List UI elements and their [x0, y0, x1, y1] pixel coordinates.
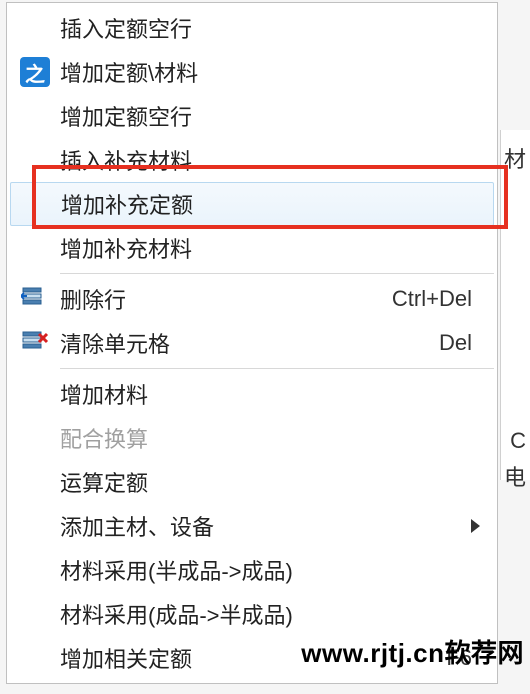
- menu-item-label: 增加补充材料: [60, 232, 486, 264]
- menu-item[interactable]: 清除单元格Del: [10, 321, 494, 365]
- menu-item[interactable]: 增加定额空行: [10, 94, 494, 138]
- side-char: 电: [504, 460, 526, 492]
- menu-item[interactable]: 增加补充定额: [10, 182, 494, 226]
- icon-slot: [10, 328, 60, 358]
- menu-item: 配合换算: [10, 416, 494, 460]
- menu-item[interactable]: 删除行Ctrl+Del: [10, 277, 494, 321]
- menu-item-shortcut: Del: [439, 330, 486, 356]
- menu-item[interactable]: 插入补充材料: [10, 138, 494, 182]
- menu-item[interactable]: 材料采用(半成品->成品): [10, 548, 494, 592]
- menu-item[interactable]: 运算定额: [10, 460, 494, 504]
- side-char: C: [510, 428, 526, 454]
- icon-slot: 之: [10, 57, 60, 87]
- menu-item-label: 删除行: [60, 283, 392, 315]
- clear-cell-icon: [21, 328, 49, 358]
- context-menu: 插入定额空行之增加定额\材料增加定额空行插入补充材料增加补充定额增加补充材料删除…: [6, 2, 498, 684]
- menu-item[interactable]: 之增加定额\材料: [10, 50, 494, 94]
- watermark-text: www.rjtj.cn软荐网: [301, 633, 524, 670]
- menu-item-label: 材料采用(成品->半成品): [60, 598, 486, 630]
- menu-item-label: 增加补充定额: [61, 188, 485, 220]
- menu-item-label: 增加定额\材料: [60, 56, 486, 88]
- menu-item-label: 增加材料: [60, 378, 486, 410]
- menu-item-label: 插入定额空行: [60, 12, 486, 44]
- side-char: 材: [504, 142, 526, 174]
- icon-slot: [10, 284, 60, 314]
- menu-item-label: 添加主材、设备: [60, 510, 471, 542]
- background-panel: 材 C 电: [500, 130, 530, 480]
- menu-item-shortcut: Ctrl+Del: [392, 286, 486, 312]
- menu-item-label: 增加定额空行: [60, 100, 486, 132]
- zhi-icon: 之: [20, 57, 50, 87]
- menu-item-label: 材料采用(半成品->成品): [60, 554, 486, 586]
- menu-separator: [60, 368, 494, 369]
- menu-item[interactable]: 插入定额空行: [10, 6, 494, 50]
- delete-row-icon: [21, 284, 49, 314]
- menu-item[interactable]: 材料采用(成品->半成品): [10, 592, 494, 636]
- menu-item[interactable]: 增加材料: [10, 372, 494, 416]
- menu-separator: [60, 273, 494, 274]
- menu-item-label: 清除单元格: [60, 327, 439, 359]
- chevron-right-icon: [471, 519, 480, 533]
- menu-item[interactable]: 添加主材、设备: [10, 504, 494, 548]
- menu-item-label: 配合换算: [60, 422, 486, 454]
- menu-item-label: 运算定额: [60, 466, 486, 498]
- menu-item-label: 插入补充材料: [60, 144, 486, 176]
- menu-item[interactable]: 增加补充材料: [10, 226, 494, 270]
